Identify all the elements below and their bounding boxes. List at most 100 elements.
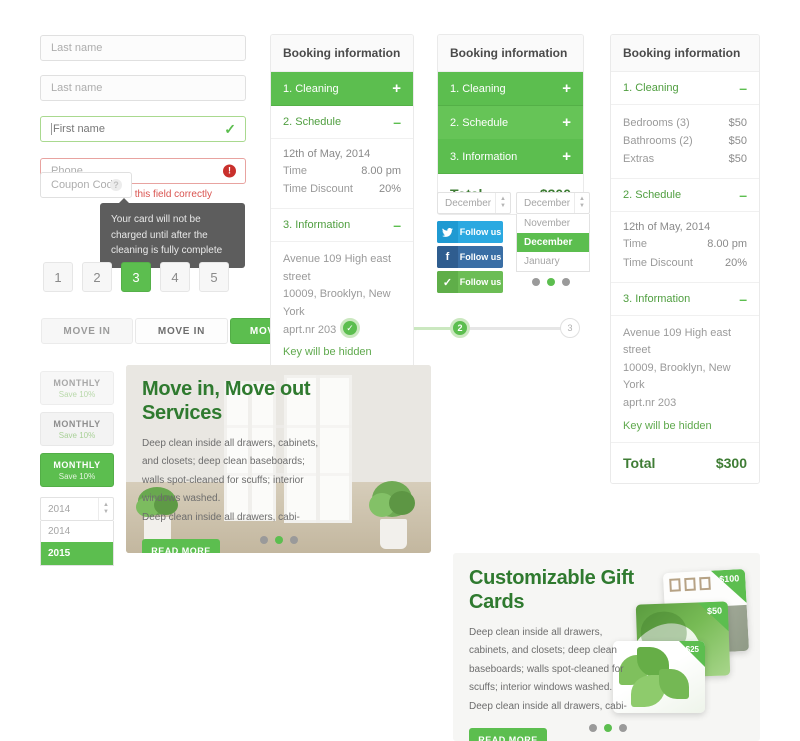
plus-icon: + (562, 80, 571, 97)
facebook-follow-button[interactable]: f Follow us (437, 246, 503, 268)
panel-3-section-information[interactable]: 3. Information – (611, 282, 759, 316)
panel-1-information-body: Avenue 109 High east street 10009, Brook… (271, 242, 413, 370)
panel-3-discount-row: Time Discount 20% (623, 254, 747, 272)
panel-2-information-label: 3. Information (450, 150, 518, 163)
panel-1-title: Booking information (271, 35, 413, 72)
gift-card-25-amount: $25 (685, 645, 699, 654)
last-name-field-1[interactable]: Last name (40, 35, 246, 61)
promo-right-dots[interactable] (589, 724, 627, 732)
plus-icon: + (562, 114, 571, 131)
promo-left-body: Deep clean inside all drawers, cabinets,… (142, 437, 319, 523)
panel-1-discount-key: Time Discount (283, 183, 353, 196)
check-follow-button[interactable]: ✓ Follow us (437, 271, 503, 293)
panel-1-address-line-2: 10009, Brooklyn, New York (283, 288, 391, 319)
panel-2-section-information[interactable]: 3. Information + (438, 140, 583, 174)
monthly-card-default-sub: Save 10% (58, 389, 96, 399)
promo-card-move-in: Move in, Move out Services Deep clean in… (126, 365, 431, 553)
last-name-field-2[interactable]: Last name (40, 75, 246, 101)
promo-right-read-more-button[interactable]: READ MORE (469, 728, 547, 741)
month-option-january[interactable]: January (517, 252, 589, 271)
panel-carousel-dots[interactable] (532, 278, 570, 286)
page-5[interactable]: 5 (199, 262, 229, 292)
last-name-placeholder-2: Last name (51, 82, 103, 94)
year-select-options[interactable]: 2014 2015 (40, 521, 114, 566)
first-name-field[interactable]: First name ✓ (40, 116, 246, 142)
coupon-code-field[interactable]: Coupon Code ? (40, 172, 132, 198)
step-line-2 (460, 326, 570, 330)
promo-right-dot-2-active[interactable] (604, 724, 612, 732)
panel-3-bedrooms-key: Bedrooms (3) (623, 117, 690, 129)
page-1[interactable]: 1 (43, 262, 73, 292)
promo-left-content: Move in, Move out Services Deep clean in… (142, 377, 322, 553)
promo-left-dot-3[interactable] (290, 536, 298, 544)
carousel-dot-1[interactable] (532, 278, 540, 286)
year-option-2014[interactable]: 2014 (41, 521, 113, 542)
panel-1-key-note: Key will be hidden (283, 346, 372, 359)
panel-3-cleaning-label: 1. Cleaning (623, 82, 679, 94)
move-in-button-hover[interactable]: MOVE IN (135, 318, 228, 344)
error-icon: ! (223, 164, 236, 178)
page-4[interactable]: 4 (160, 262, 190, 292)
tooltip-arrow (118, 198, 130, 204)
panel-1-section-schedule[interactable]: 2. Schedule – (271, 106, 413, 139)
year-option-2015[interactable]: 2015 (41, 542, 113, 565)
monthly-card-hover[interactable]: MONTHLY Save 10% (40, 412, 114, 446)
question-icon[interactable]: ? (110, 179, 122, 191)
monthly-card-active[interactable]: MONTHLY Save 10% (40, 453, 114, 487)
panel-3-address-line-3: aprt.nr 203 (623, 397, 677, 410)
coupon-help[interactable]: ? (110, 179, 122, 191)
promo-left-read-more-button[interactable]: READ MORE (142, 539, 220, 553)
promo-left-dot-1[interactable] (260, 536, 268, 544)
panel-3-bedrooms-row: Bedrooms (3) $50 (623, 114, 747, 132)
spinner-icon[interactable]: ▲ ▼ (574, 193, 589, 213)
promo-right-dot-3[interactable] (619, 724, 627, 732)
panel-3-section-schedule[interactable]: 2. Schedule – (611, 179, 759, 213)
check-icon: ✓ (437, 271, 458, 293)
panel-1-section-cleaning[interactable]: 1. Cleaning + (271, 72, 413, 106)
page-2[interactable]: 2 (82, 262, 112, 292)
twitter-follow-button[interactable]: Follow us (437, 221, 503, 243)
carousel-dot-2-active[interactable] (547, 278, 555, 286)
panel-2-cleaning-label: 1. Cleaning (450, 82, 506, 95)
spinner-icon[interactable]: ▲ ▼ (98, 498, 113, 520)
panel-2-section-cleaning[interactable]: 1. Cleaning + (438, 72, 583, 106)
panel-3-date: 12th of May, 2014 (623, 221, 711, 234)
check-icon: ✓ (224, 121, 236, 137)
promo-left-dots[interactable] (260, 536, 298, 544)
tooltip-text: Your card will not be charged until afte… (111, 214, 223, 256)
panel-3-section-cleaning[interactable]: 1. Cleaning – (611, 72, 759, 105)
pagination[interactable]: 1 2 3 4 5 (43, 262, 229, 292)
panel-3-time-row: Time 8.00 pm (623, 235, 747, 253)
year-select[interactable]: 2014 ▲ ▼ 2014 2015 (40, 497, 114, 566)
promo-left-dot-2-active[interactable] (275, 536, 283, 544)
month-select-open[interactable]: December ▲ ▼ November December January (516, 192, 590, 272)
facebook-follow-label: Follow us (459, 252, 502, 262)
step-1-done[interactable]: ✓ (340, 318, 360, 338)
facebook-icon: f (437, 246, 458, 268)
panel-3-information-label: 3. Information (623, 292, 691, 305)
panel-3-time-value: 8.00 pm (707, 238, 747, 251)
panel-1-section-information[interactable]: 3. Information – (271, 209, 413, 243)
panel-1-information-label: 3. Information (283, 219, 351, 232)
valid-indicator: ✓ (224, 122, 236, 136)
step-3-todo[interactable]: 3 (560, 318, 580, 338)
promo-right-dot-1[interactable] (589, 724, 597, 732)
panel-1-time-row: Time 8.00 pm (283, 162, 401, 180)
panel-1-date: 12th of May, 2014 (283, 148, 371, 160)
monthly-card-default[interactable]: MONTHLY Save 10% (40, 371, 114, 405)
promo-card-gift-cards: $100 $50 $25 Customizable Gift Cards Dee… (453, 553, 760, 741)
month-select-closed[interactable]: December ▲ ▼ (437, 192, 511, 214)
page-3-active[interactable]: 3 (121, 262, 151, 292)
panel-3-address-line-1: Avenue 109 High east street (623, 326, 732, 357)
month-select-options[interactable]: November December January (516, 214, 590, 272)
step-2-current[interactable]: 2 (450, 318, 470, 338)
spinner-icon[interactable]: ▲ ▼ (495, 193, 510, 213)
month-option-december[interactable]: December (517, 233, 589, 252)
panel-3-schedule-body: 12th of May, 2014 Time 8.00 pm Time Disc… (611, 212, 759, 283)
panel-2-section-schedule[interactable]: 2. Schedule + (438, 106, 583, 140)
panel-3-total-label: Total (623, 454, 656, 471)
panel-3-discount-value: 20% (724, 256, 747, 269)
move-in-button-default[interactable]: MOVE IN (41, 318, 133, 344)
carousel-dot-3[interactable] (562, 278, 570, 286)
month-option-november[interactable]: November (517, 214, 589, 233)
